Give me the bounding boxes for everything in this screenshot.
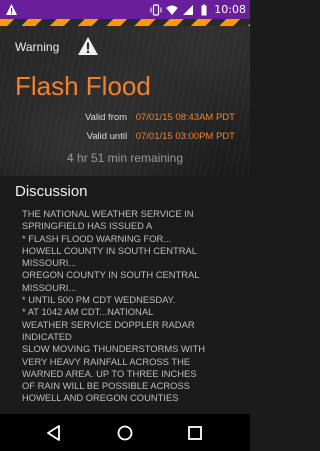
alert-header: Warning Flash Flood Valid from 07/01/15 … (0, 26, 250, 176)
discussion-line: HOWELL AND OREGON COUNTIES (22, 392, 179, 404)
discussion-line: SLOW MOVING THUNDERSTORMS WITH (22, 343, 205, 355)
discussion-text[interactable]: THE NATIONAL WEATHER SERVICE IN SPRINGFIE… (22, 208, 232, 414)
alert-title: Flash Flood (15, 71, 151, 101)
warning-triangle-icon (78, 37, 98, 55)
valid-until-label: Valid until (86, 131, 128, 142)
discussion-line: WEATHER SERVICE DOPPLER RADAR (22, 318, 195, 330)
status-bar: 10:08 (0, 0, 250, 19)
recents-icon[interactable] (185, 423, 205, 443)
valid-from-label: Valid from (85, 112, 128, 123)
home-icon[interactable] (115, 423, 135, 443)
discussion-line: VERY HEAVY RAINFALL ACROSS THE (22, 355, 191, 367)
wifi-icon (166, 5, 178, 15)
valid-from-value: 07/01/15 08:43AM PDT (135, 112, 235, 123)
alert-notification-icon (6, 4, 17, 15)
back-icon[interactable] (44, 423, 64, 443)
signal-icon (183, 4, 194, 15)
battery-icon (201, 4, 207, 15)
hazard-stripe (0, 19, 250, 26)
discussion-line: INDICATED (22, 330, 72, 342)
time-remaining: 4 hr 51 min remaining (66, 151, 184, 165)
discussion-line: SPRINGFIELD HAS ISSUED A (22, 220, 153, 232)
discussion-line: * FLASH FLOOD WARNING FOR... (22, 232, 172, 244)
discussion-line: MISSOURI... (22, 281, 77, 293)
valid-until-value: 07/01/15 03:00PM PDT (135, 131, 235, 142)
navigation-bar (0, 414, 250, 451)
discussion-line: WARNED AREA. UP TO THREE INCHES (22, 367, 197, 379)
discussion-line: * AT 1042 AM CDT...NATIONAL (22, 306, 154, 318)
valid-until-row: Valid until 07/01/15 03:00PM PDT (0, 131, 235, 142)
discussion-line: THE NATIONAL WEATHER SERVICE IN (22, 208, 194, 219)
discussion-heading: Discussion (15, 183, 88, 200)
valid-from-row: Valid from 07/01/15 08:43AM PDT (0, 112, 235, 123)
alert-category: Warning (15, 40, 60, 54)
vibrate-icon (150, 3, 162, 16)
discussion-line: HOWELL COUNTY IN SOUTH CENTRAL (22, 244, 198, 256)
discussion-line: MISSOURI... (22, 257, 77, 269)
status-time: 10:08 (214, 3, 246, 16)
discussion-line: OF RAIN WILL BE POSSIBLE ACROSS (22, 380, 190, 392)
discussion-line: * UNTIL 500 PM CDT WEDNESDAY. (22, 294, 176, 306)
discussion-line: OREGON COUNTY IN SOUTH CENTRAL (22, 269, 200, 281)
